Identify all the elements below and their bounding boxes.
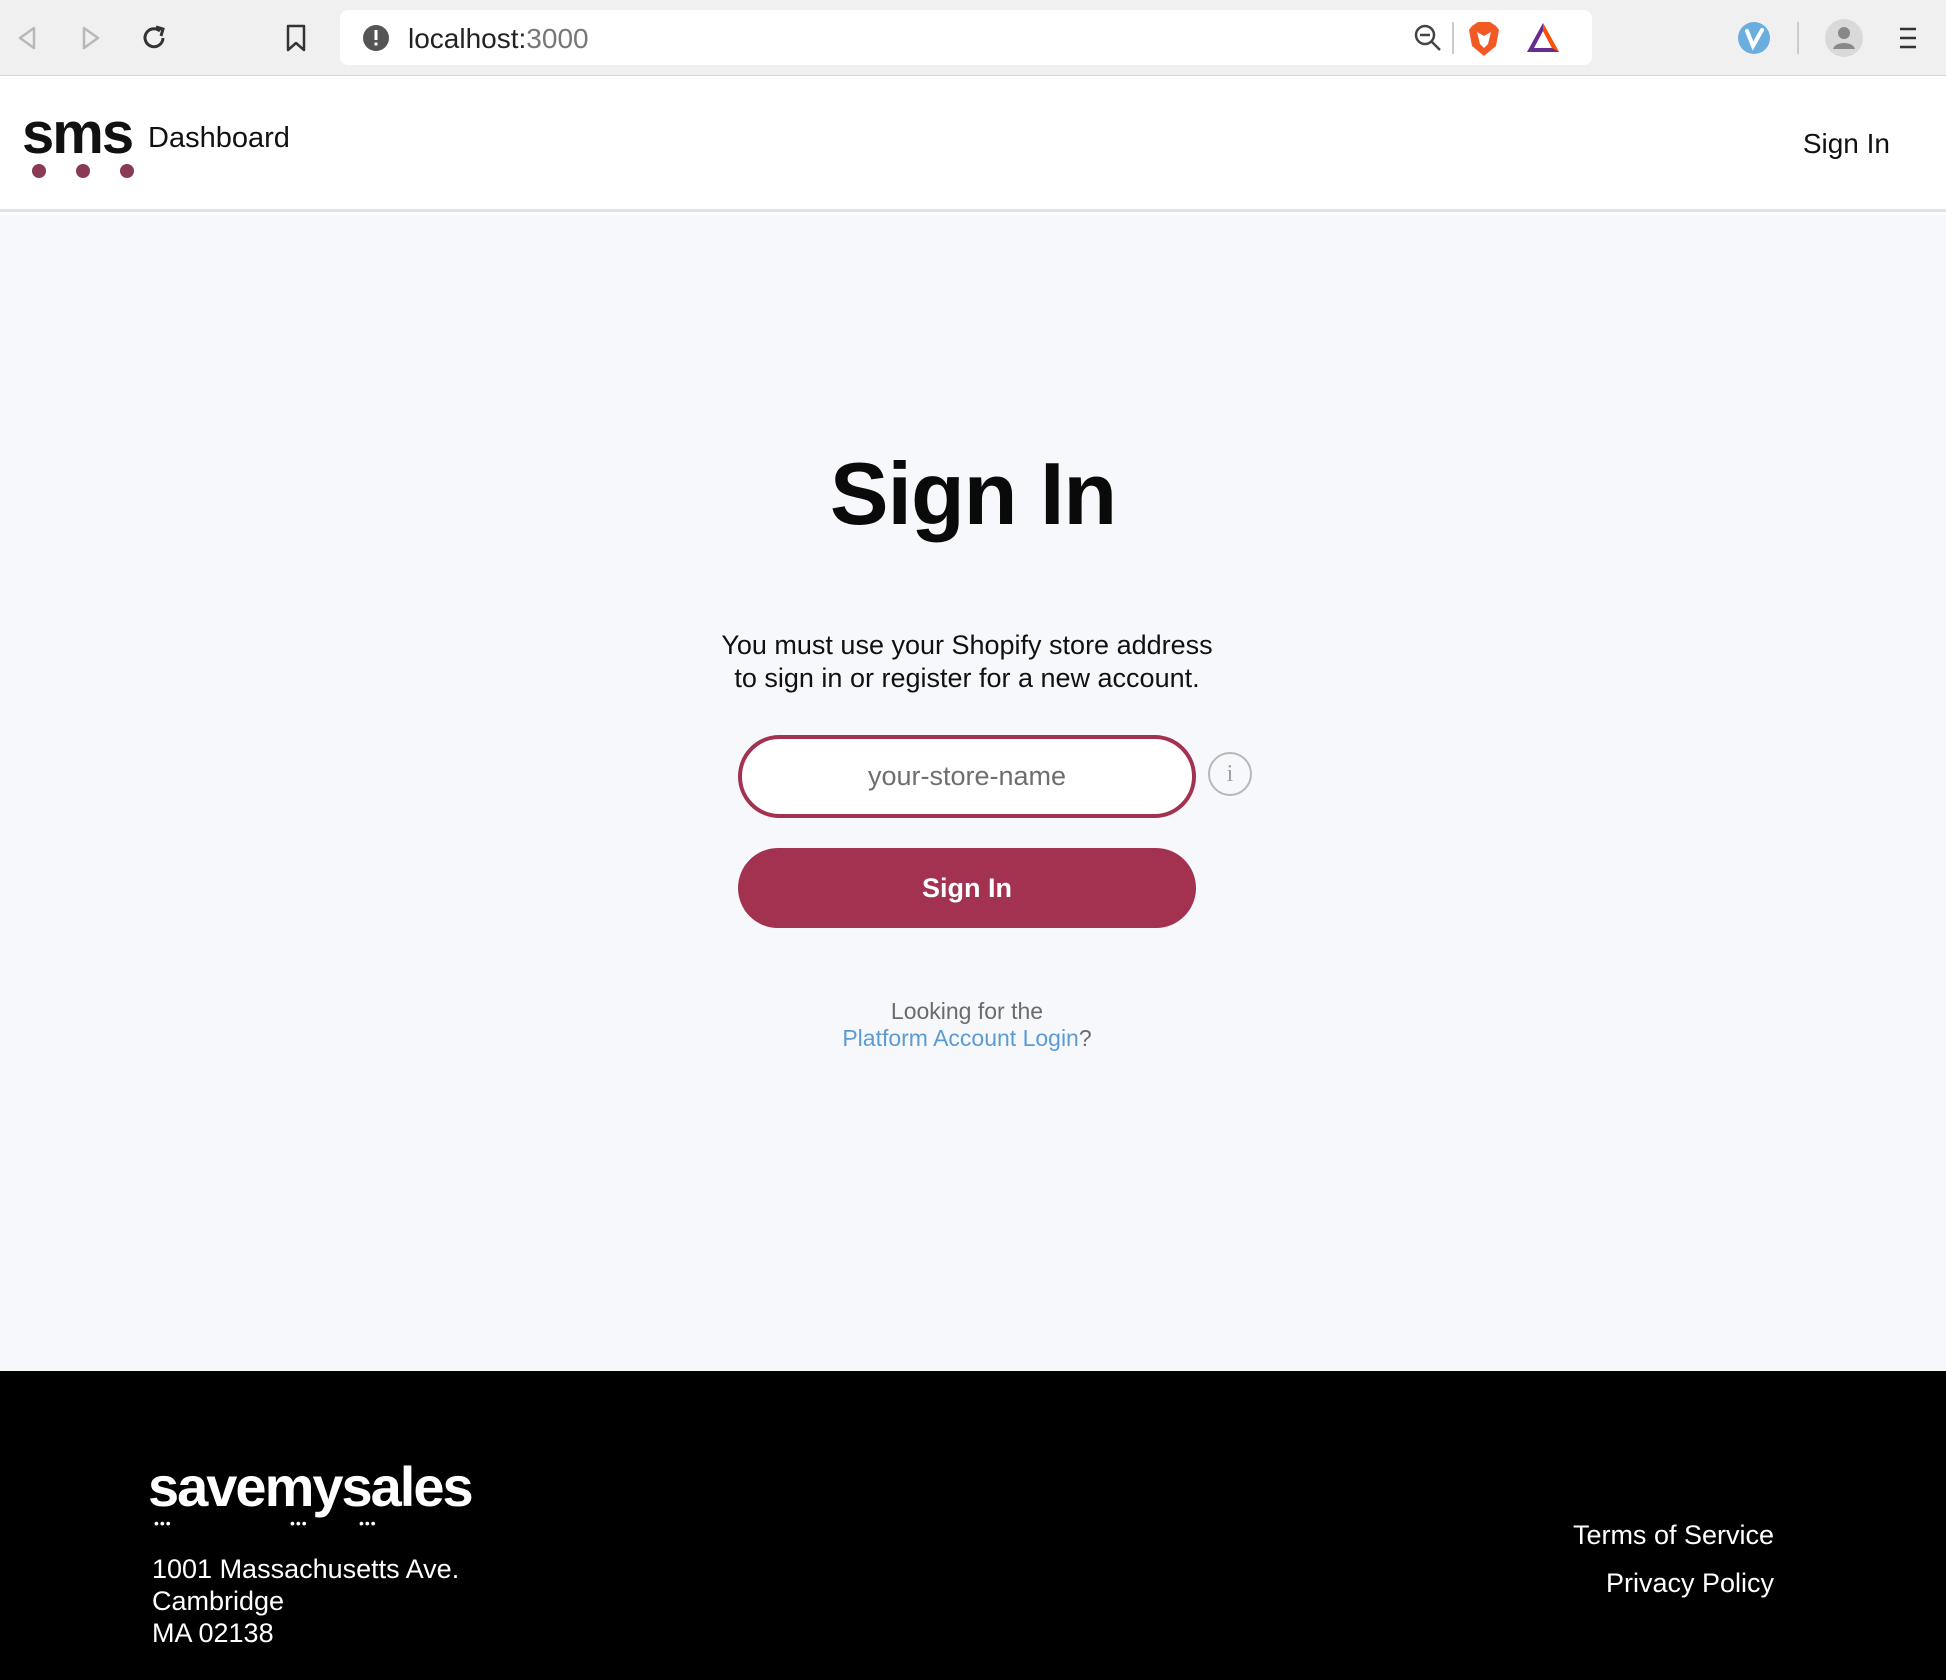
profile-button[interactable] (1820, 14, 1868, 62)
main-content: Sign In You must use your Shopify store … (0, 215, 1946, 1371)
menu-button[interactable] (1884, 14, 1932, 62)
zoom-icon[interactable] (1412, 22, 1444, 59)
extension-button[interactable] (1730, 14, 1778, 62)
logo-text: sms (22, 101, 134, 166)
footer-logo-dots: ••• (359, 1515, 377, 1531)
platform-suffix: ? (1078, 1025, 1092, 1051)
instruction-line: You must use your Shopify store address (721, 630, 1213, 660)
footer-logo-dots: ••• (154, 1515, 172, 1531)
forward-button[interactable] (66, 14, 114, 62)
platform-login-note: Looking for the Platform Account Login? (0, 998, 1934, 1052)
footer-logo[interactable]: savemysales (148, 1457, 474, 1517)
footer-address: 1001 Massachusetts Ave. Cambridge MA 021… (152, 1553, 459, 1649)
privacy-policy-link[interactable]: Privacy Policy (1573, 1559, 1774, 1607)
site-footer: savemysales ••• ••• ••• 1001 Massachuset… (0, 1371, 1946, 1680)
browser-toolbar: localhost:3000 (0, 0, 1946, 76)
footer-links: Terms of Service Privacy Policy (1573, 1511, 1774, 1607)
brand-name: Dashboard (148, 122, 290, 154)
address-line: 1001 Massachusetts Ave. (152, 1554, 460, 1584)
url-text[interactable]: localhost:3000 (408, 23, 589, 55)
info-symbol: i (1226, 760, 1234, 787)
store-name-input[interactable] (738, 735, 1196, 818)
bookmark-button[interactable] (272, 14, 320, 62)
logo-dot (76, 164, 90, 178)
back-button[interactable] (4, 14, 52, 62)
reload-icon (143, 25, 165, 49)
extension-v-icon (1738, 22, 1770, 54)
forward-arrow-icon (82, 26, 100, 50)
instruction-line: to sign in or register for a new account… (734, 663, 1200, 693)
divider (1797, 22, 1799, 54)
address-line: MA 02138 (152, 1618, 274, 1648)
bookmark-icon (286, 24, 306, 52)
info-icon[interactable]: i (1208, 752, 1252, 796)
divider (1452, 22, 1454, 54)
avatar-icon (1825, 19, 1863, 57)
back-arrow-icon (18, 26, 36, 50)
url-port: 3000 (526, 23, 589, 54)
url-host: localhost: (408, 23, 527, 54)
logo-dot (32, 164, 46, 178)
reload-button[interactable] (130, 14, 178, 62)
hamburger-menu-icon (1900, 27, 1916, 49)
platform-prefix: Looking for the (890, 998, 1044, 1024)
address-bar[interactable]: localhost:3000 (340, 10, 1592, 65)
site-header: sms Dashboard Sign In (0, 76, 1946, 212)
terms-of-service-link[interactable]: Terms of Service (1573, 1511, 1774, 1559)
sms-logo[interactable]: sms (22, 102, 146, 178)
site-info-icon[interactable] (362, 24, 390, 57)
brave-shields-icon[interactable] (1466, 20, 1502, 63)
header-signin-link[interactable]: Sign In (1803, 128, 1890, 160)
page-title: Sign In (829, 444, 1117, 543)
platform-account-login-link[interactable]: Platform Account Login (842, 1025, 1079, 1051)
brave-rewards-icon[interactable] (1524, 20, 1562, 61)
instructions: You must use your Shopify store address … (0, 629, 1934, 695)
footer-logo-dots: ••• (290, 1515, 308, 1531)
address-line: Cambridge (152, 1586, 285, 1616)
signin-button[interactable]: Sign In (738, 848, 1196, 928)
logo-dot (120, 164, 134, 178)
